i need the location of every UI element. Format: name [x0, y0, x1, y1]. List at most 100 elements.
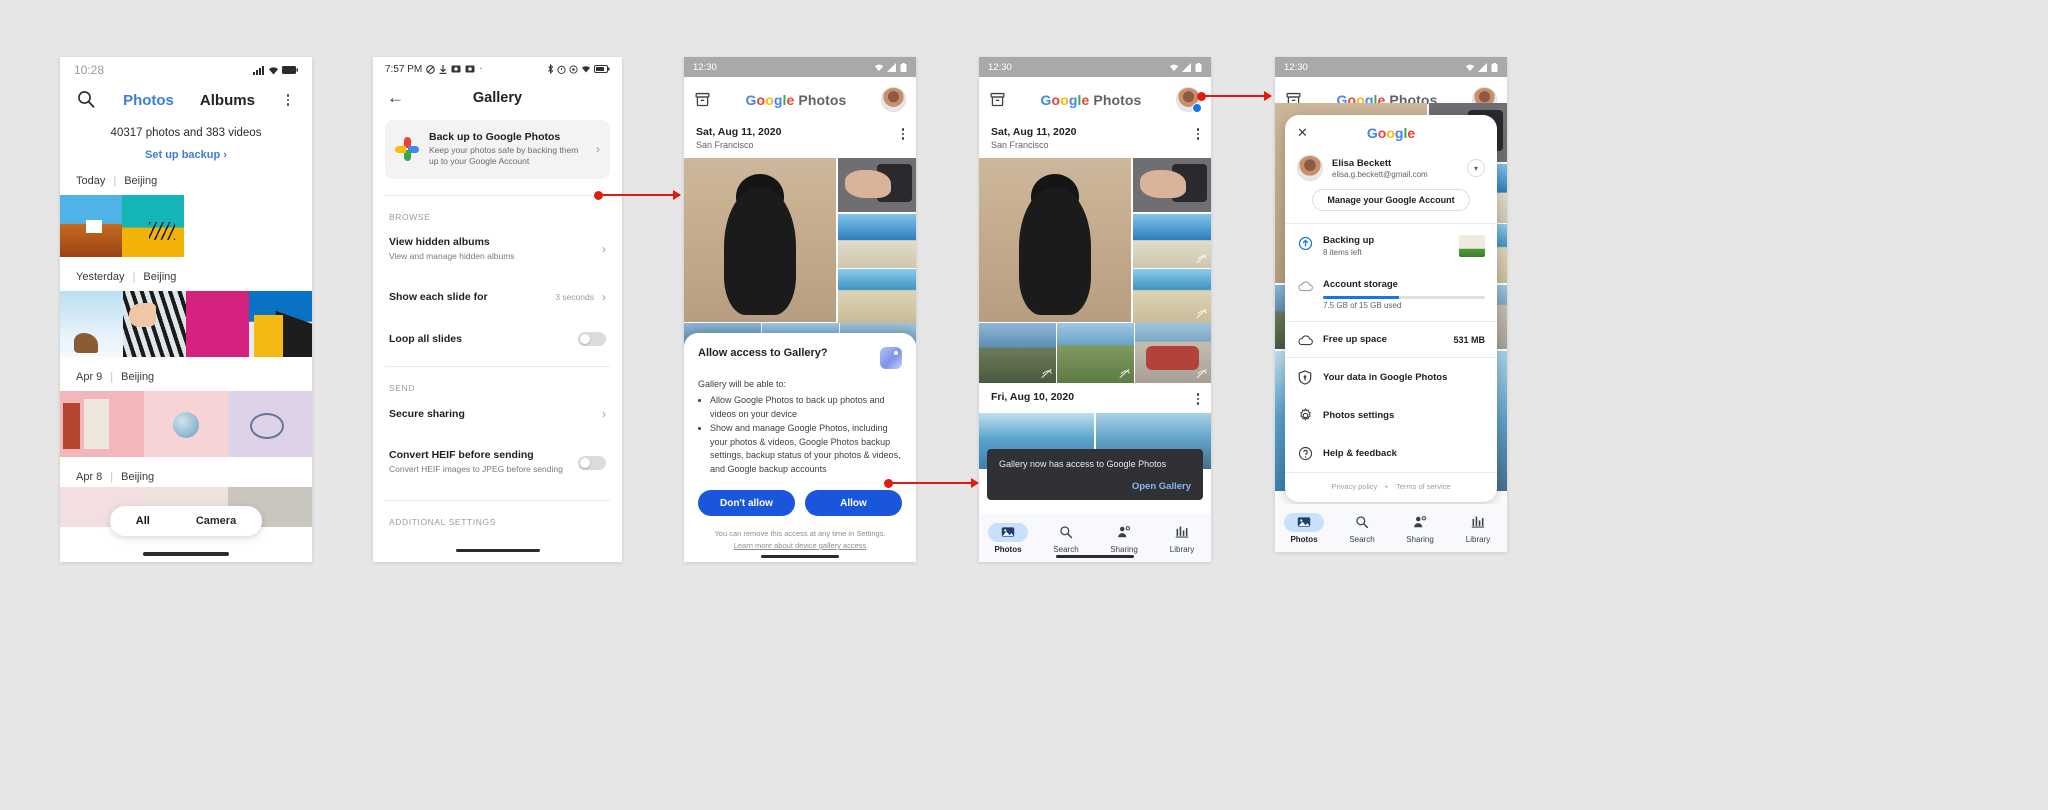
status-bar: 12:30: [979, 57, 1211, 77]
filter-segmented-control: All Camera: [109, 506, 263, 536]
row-photos-settings[interactable]: Photos settings: [1285, 396, 1497, 434]
photo-thumbnail[interactable]: [1057, 323, 1134, 383]
kebab-menu-icon[interactable]: [280, 94, 296, 106]
row-your-data[interactable]: Your data in Google Photos: [1285, 358, 1497, 396]
nav-sharing[interactable]: Sharing: [1095, 523, 1153, 554]
row-secure-sharing[interactable]: Secure sharing ›: [373, 393, 622, 435]
photo-thumbnail[interactable]: [1132, 269, 1211, 323]
signal-icon: [1182, 62, 1191, 72]
photo-thumbnail[interactable]: [60, 291, 123, 357]
user-email: elisa.g.beckett@gmail.com: [1332, 169, 1428, 179]
wifi-icon: [1169, 64, 1179, 71]
not-backed-up-icon: [1041, 368, 1052, 379]
photo-thumbnail[interactable]: [837, 213, 916, 268]
chevron-down-icon[interactable]: ▾: [1467, 159, 1485, 177]
photo-thumbnail[interactable]: [1132, 213, 1211, 268]
nav-sharing[interactable]: Sharing: [1391, 513, 1449, 544]
loop-all-slides-toggle[interactable]: [578, 332, 606, 347]
page-title: Gallery: [472, 89, 523, 106]
photo-thumbnail[interactable]: [122, 195, 184, 257]
dont-allow-button[interactable]: Don't allow: [698, 490, 795, 516]
set-up-backup-link[interactable]: Set up backup ›: [60, 149, 312, 161]
row-account-storage[interactable]: Account storage 7.5 GB of 15 GB used: [1285, 268, 1497, 321]
convert-heif-toggle[interactable]: [578, 455, 606, 470]
privacy-policy-link[interactable]: Privacy policy: [1331, 482, 1377, 491]
kebab-menu-icon[interactable]: [901, 126, 904, 140]
photo-thumbnail[interactable]: [979, 323, 1056, 383]
photo-thumbnail[interactable]: [144, 391, 228, 457]
avatar: [1297, 155, 1323, 181]
nav-label: Sharing: [1406, 534, 1434, 544]
row-view-hidden-albums[interactable]: View hidden albums View and manage hidde…: [373, 222, 622, 276]
kebab-menu-icon[interactable]: [1196, 126, 1199, 140]
nav-photos[interactable]: Photos: [1275, 512, 1333, 544]
allow-button[interactable]: Allow: [805, 490, 902, 516]
photo-thumbnail[interactable]: [60, 391, 144, 457]
chevron-right-icon: ›: [602, 242, 606, 257]
terms-of-service-link[interactable]: Terms of service: [1396, 482, 1451, 491]
photo-thumbnail[interactable]: [60, 195, 122, 257]
tab-albums[interactable]: Albums: [200, 92, 255, 109]
nav-library[interactable]: Library: [1449, 513, 1507, 544]
account-user-row[interactable]: Elisa Beckett elisa.g.beckett@gmail.com …: [1285, 145, 1497, 187]
photo-thumbnail[interactable]: [186, 291, 249, 357]
photo-thumbnail[interactable]: [1132, 158, 1211, 212]
search-icon: [1060, 526, 1073, 539]
home-indicator: [761, 555, 839, 558]
user-name: Elisa Beckett: [1332, 157, 1392, 169]
filter-all[interactable]: All: [113, 510, 172, 532]
section-place: Beijing: [121, 471, 155, 483]
permission-bullet: Show and manage Google Photos, including…: [710, 422, 902, 476]
photo-thumbnail[interactable]: [837, 158, 916, 212]
nav-search[interactable]: Search: [1037, 523, 1095, 554]
tab-photos[interactable]: Photos: [123, 92, 174, 109]
nav-library[interactable]: Library: [1153, 523, 1211, 554]
backup-upload-icon: [1298, 236, 1312, 251]
storage-usage-label: 7.5 GB of 15 GB used: [1323, 301, 1402, 310]
screen-record-icon: [465, 65, 475, 73]
row-loop-all-slides[interactable]: Loop all slides: [373, 318, 622, 360]
row-title: Photos settings: [1323, 409, 1395, 421]
row-help-feedback[interactable]: Help & feedback: [1285, 434, 1497, 472]
nav-search[interactable]: Search: [1333, 513, 1391, 544]
photo-thumbnail[interactable]: [228, 391, 312, 457]
phone-3-permission-dialog: 12:30 Google Photos Sat, Aug 11, 2020 Sa…: [684, 57, 916, 562]
nav-label: Library: [1465, 534, 1491, 544]
archive-icon[interactable]: [694, 91, 711, 108]
row-title: Secure sharing: [389, 408, 465, 421]
section-header-send: SEND: [389, 383, 416, 394]
open-gallery-button[interactable]: Open Gallery: [999, 481, 1191, 492]
photo-thumbnail[interactable]: [1135, 323, 1211, 383]
kebab-menu-icon[interactable]: [1196, 391, 1199, 405]
row-show-each-slide-for[interactable]: Show each slide for 3 seconds ›: [373, 276, 622, 318]
back-up-to-google-photos-card[interactable]: Back up to Google Photos Keep your photo…: [385, 120, 610, 179]
photos-icon: [1297, 517, 1311, 527]
row-convert-heif[interactable]: Convert HEIF before sending Convert HEIF…: [373, 435, 622, 489]
library-icon: [1471, 516, 1485, 528]
manage-google-account-button[interactable]: Manage your Google Account: [1312, 189, 1470, 211]
user-avatar[interactable]: [881, 87, 906, 112]
row-backing-up[interactable]: Backing up 8 items left: [1285, 224, 1497, 268]
learn-more-link[interactable]: Learn more about device gallery access: [734, 541, 867, 550]
status-bar: 7:57 PM ·: [373, 57, 622, 81]
footer-note: You can remove this access at any time i…: [714, 529, 886, 538]
nav-photos[interactable]: Photos: [979, 522, 1037, 554]
filter-camera[interactable]: Camera: [174, 510, 258, 532]
date-label: Fri, Aug 10, 2020: [991, 391, 1075, 403]
archive-icon[interactable]: [989, 91, 1006, 108]
nav-label: Library: [1169, 544, 1195, 554]
wifi-icon: [874, 64, 884, 71]
photo-thumbnail[interactable]: [979, 158, 1131, 322]
chevron-right-icon: ›: [602, 290, 606, 305]
photo-thumbnail[interactable]: [837, 269, 916, 323]
search-icon[interactable]: [76, 89, 98, 111]
section-place: Beijing: [143, 271, 177, 283]
dialog-header: Allow access to Gallery?: [698, 347, 902, 369]
photo-thumbnail[interactable]: [123, 291, 186, 357]
photo-thumbnail[interactable]: [249, 291, 312, 357]
photo-grid: [979, 158, 1211, 323]
row-free-up-space[interactable]: Free up space 531 MB: [1285, 322, 1497, 357]
section-header-yesterday: Yesterday | Beijing: [60, 257, 312, 291]
photo-thumbnail[interactable]: [684, 158, 836, 322]
separator: |: [110, 371, 114, 383]
